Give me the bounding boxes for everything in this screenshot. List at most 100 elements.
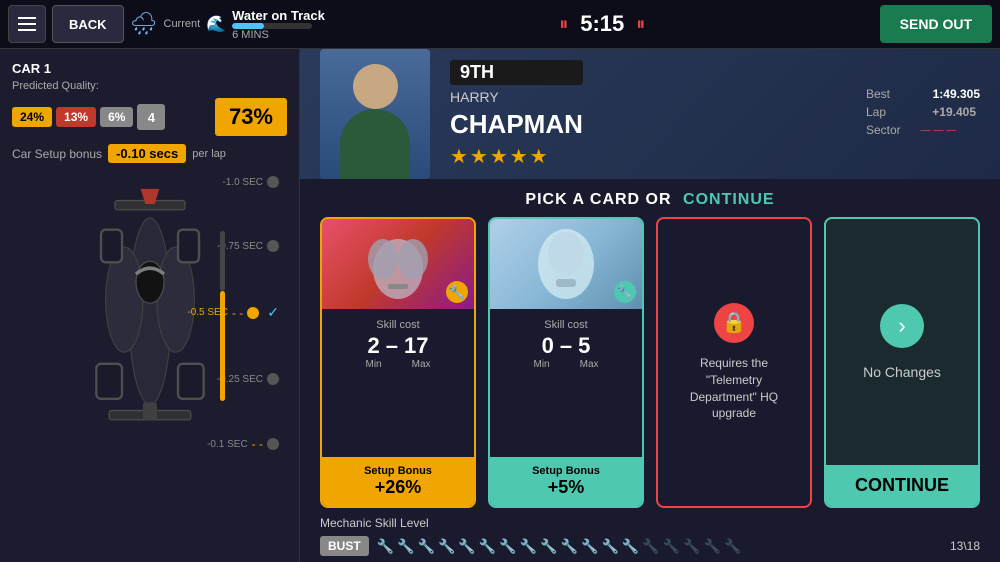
- wrench-icon-11: 🔧: [581, 538, 598, 555]
- card-1-tool-icon: 🔧: [446, 281, 468, 303]
- card-1-skill-range: 2 – 17: [334, 333, 462, 359]
- card-2-min-max: Min Max: [502, 359, 630, 370]
- card-2-art: [526, 224, 606, 304]
- wrench-icon-8: 🔧: [520, 538, 537, 555]
- card-1-min: 2: [368, 333, 380, 359]
- driver-header: 9TH HARRY CHAPMAN ★★★★★ Best 1:49.305 La…: [300, 49, 1000, 179]
- bust-badge: BUST: [320, 536, 369, 556]
- slider-row-2[interactable]: -0.75 SEC: [187, 240, 279, 252]
- predicted-quality-label: Predicted Quality:: [12, 80, 287, 92]
- wrench-icon-12: 🔧: [601, 538, 618, 555]
- quality-main: 73%: [215, 98, 287, 136]
- send-out-button[interactable]: SEND OUT: [880, 5, 992, 43]
- car-title: CAR 1: [12, 61, 287, 76]
- driver-lastname: CHAPMAN: [450, 109, 583, 140]
- setup-bonus-label: Car Setup bonus: [12, 147, 102, 161]
- pick-card-text: PICK A CARD OR: [525, 191, 671, 208]
- mechanic-section: Mechanic Skill Level BUST 🔧🔧🔧🔧🔧🔧🔧🔧🔧🔧🔧🔧🔧🔧…: [300, 508, 1000, 562]
- setup-bonus-value: -0.10 secs: [108, 144, 186, 163]
- card-1-min-max: Min Max: [334, 359, 462, 370]
- card-1-body: Skill cost 2 – 17 Min Max: [322, 309, 474, 457]
- stat-badge-2: 13%: [56, 107, 96, 127]
- back-button[interactable]: BACK: [52, 5, 124, 43]
- card-2-dash: –: [560, 333, 572, 359]
- driver-photo: [320, 49, 430, 179]
- card-2-max: 5: [578, 333, 590, 359]
- slider-row-5[interactable]: -0.1 SEC - -: [187, 437, 279, 451]
- card-4-continue: › No Changes: [826, 219, 978, 465]
- wrench-icon-5: 🔧: [458, 538, 475, 555]
- menu-button[interactable]: [8, 5, 46, 43]
- right-panel: 9TH HARRY CHAPMAN ★★★★★ Best 1:49.305 La…: [300, 49, 1000, 562]
- locked-text: Requires the "Telemetry Department" HQ u…: [678, 355, 790, 422]
- wrench-icon-6: 🔧: [479, 538, 496, 555]
- card-4[interactable]: › No Changes CONTINUE: [824, 217, 980, 508]
- best-label: Best: [866, 87, 890, 101]
- wrench-icons: 🔧🔧🔧🔧🔧🔧🔧🔧🔧🔧🔧🔧🔧🔧🔧🔧🔧🔧: [377, 538, 938, 555]
- card-2-skill-range: 0 – 5: [502, 333, 630, 359]
- card-1-dash: –: [386, 333, 398, 359]
- timer-display: 5:15: [580, 11, 624, 37]
- slider-dot-5: [267, 438, 279, 450]
- best-value: 1:49.305: [910, 87, 980, 101]
- rain-icon: 🌧: [130, 11, 158, 37]
- card-1-max-label: Max: [412, 359, 431, 370]
- continue-arrow-icon: ›: [880, 304, 924, 348]
- pick-card-header: PICK A CARD OR CONTINUE: [300, 179, 1000, 217]
- driver-stats: Best 1:49.305 Lap +19.405 Sector — — —: [866, 87, 980, 141]
- card-1-image: 🔧: [322, 219, 474, 309]
- wrench-icon-9: 🔧: [540, 538, 557, 555]
- continue-button[interactable]: CONTINUE: [826, 465, 978, 506]
- slider-dot-2: [267, 240, 279, 252]
- sector-value: — — —: [921, 125, 957, 136]
- card-2[interactable]: 🔧 Skill cost 0 – 5 Min Max Setup Bonus: [488, 217, 644, 508]
- hamburger-icon: [18, 17, 36, 31]
- card-2-image: 🔧: [490, 219, 642, 309]
- driver-face: [353, 64, 398, 109]
- slider-label-1: -1.0 SEC: [222, 177, 263, 188]
- wrench-icon-3: 🔧: [418, 538, 435, 555]
- stat-badge-1: 24%: [12, 107, 52, 127]
- main-content: CAR 1 Predicted Quality: 24% 13% 6% 4 73…: [0, 49, 1000, 562]
- wrench-icon-4: 🔧: [438, 538, 455, 555]
- card-3-locked: 🔒 Requires the "Telemetry Department" HQ…: [658, 219, 810, 506]
- wrench-count: 13\18: [950, 539, 980, 553]
- slider-row-3[interactable]: -0.5 SEC - - ✓: [187, 304, 279, 321]
- pause-icon-left[interactable]: ⏸: [559, 14, 568, 35]
- pause-icon-right[interactable]: ⏸: [636, 14, 645, 35]
- card-2-footer-label: Setup Bonus: [498, 465, 634, 477]
- card-1[interactable]: 🔧 Skill cost 2 – 17 Min Max Setup Bonus: [320, 217, 476, 508]
- card-1-footer-label: Setup Bonus: [330, 465, 466, 477]
- wrench-icon-13: 🔧: [622, 538, 639, 555]
- driver-firstname: HARRY: [450, 89, 583, 105]
- card-1-skill-label: Skill cost: [334, 319, 462, 331]
- cards-row: 🔧 Skill cost 2 – 17 Min Max Setup Bonus: [300, 217, 1000, 508]
- stat-num-4: 4: [137, 104, 165, 130]
- slider-dashes-5: - -: [252, 437, 263, 451]
- quality-row: 24% 13% 6% 4 73%: [12, 98, 287, 136]
- continue-highlight: CONTINUE: [683, 191, 775, 208]
- wrench-icon-2: 🔧: [397, 538, 414, 555]
- slider-row-1[interactable]: -1.0 SEC: [187, 176, 279, 188]
- card-1-footer: Setup Bonus +26%: [322, 457, 474, 506]
- card-2-min: 0: [542, 333, 554, 359]
- sector-label: Sector: [866, 123, 901, 137]
- wrench-icon-16: 🔧: [683, 538, 700, 555]
- slider-row-4[interactable]: -0.25 SEC: [187, 373, 279, 385]
- driver-position: 9TH: [450, 60, 583, 85]
- card-1-min-label: Min: [365, 359, 381, 370]
- wrench-icon-18: 🔧: [724, 538, 741, 555]
- slider-empty-bar: [220, 231, 225, 291]
- card-2-max-label: Max: [580, 359, 599, 370]
- card-3: 🔒 Requires the "Telemetry Department" HQ…: [656, 217, 812, 508]
- per-lap-label: per lap: [192, 148, 226, 160]
- track-mins: 6 MINS: [232, 29, 325, 41]
- slider-label-5: -0.1 SEC: [207, 439, 248, 450]
- car-image-area: -1.0 SEC -0.75 SEC -0.5 SEC - - ✓ -0.25 …: [12, 171, 287, 451]
- wrench-icon-7: 🔧: [499, 538, 516, 555]
- lap-label: Lap: [866, 105, 886, 119]
- track-section: 🌊 Water on Track 6 MINS: [206, 8, 325, 41]
- slider-dashes: - -: [232, 306, 243, 320]
- wrench-icon-1: 🔧: [377, 538, 394, 555]
- card-2-footer: Setup Bonus +5%: [490, 457, 642, 506]
